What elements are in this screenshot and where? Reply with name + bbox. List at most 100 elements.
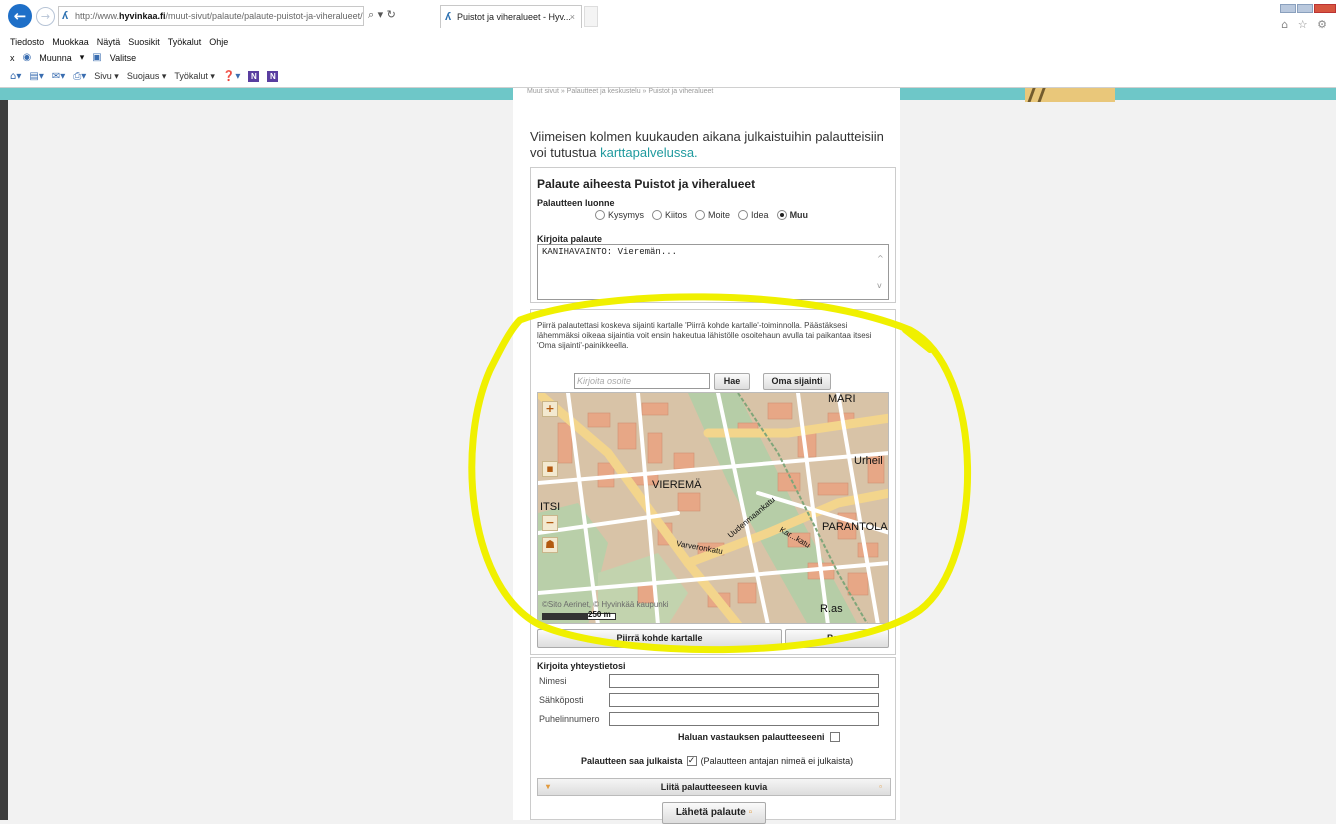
map-canvas bbox=[538, 393, 888, 623]
site-favicon-icon: ʎ bbox=[62, 10, 69, 22]
radio-kysymys[interactable]: Kysymys bbox=[595, 210, 644, 220]
person-location-icon[interactable]: ☗ bbox=[542, 537, 558, 553]
window-close-button[interactable] bbox=[1314, 4, 1336, 13]
map-scale-label: 250 m bbox=[588, 610, 611, 619]
name-label: Nimesi bbox=[539, 676, 567, 686]
search-refresh-icon[interactable]: ⌕ ▾ ↻ bbox=[368, 8, 396, 22]
send-feedback-label: Lähetä palaute bbox=[675, 807, 746, 818]
command-bar: ⌂▾ ▤▾ ✉▾ ⎙▾ Sivu ▾ Suojaus ▾ Työkalut ▾ … bbox=[10, 71, 279, 82]
cmd-suojaus[interactable]: Suojaus ▾ bbox=[127, 71, 167, 82]
phone-field[interactable] bbox=[609, 712, 879, 726]
address-search-input[interactable]: Kirjoita osoite bbox=[574, 373, 710, 389]
menu-tyokalut[interactable]: Työkalut bbox=[168, 37, 202, 47]
favbar-muunna[interactable]: Muunna bbox=[39, 53, 72, 63]
address-row: ← → ʎ http://www.hyvinkaa.fi/muut-sivut/… bbox=[0, 4, 1336, 31]
scroll-down-icon[interactable]: v bbox=[877, 281, 882, 290]
back-button[interactable]: ← bbox=[8, 4, 32, 28]
print-icon[interactable]: ⎙▾ bbox=[73, 71, 86, 82]
feeds-icon[interactable]: ▤▾ bbox=[29, 71, 43, 82]
tab-title: Puistot ja viheralueet - Hyv... bbox=[457, 12, 571, 22]
left-window-edge bbox=[0, 88, 8, 820]
search-button[interactable]: Hae bbox=[714, 373, 750, 390]
breadcrumb: Muut sivut » Palautteet ja keskustelu » … bbox=[527, 88, 714, 95]
url-path: /muut-sivut/palaute/palaute-puistot-ja-v… bbox=[165, 11, 363, 21]
address-bar[interactable]: ʎ http://www.hyvinkaa.fi/muut-sivut/pala… bbox=[58, 6, 364, 26]
map-label-ras: R.as bbox=[820, 603, 843, 615]
draw-on-map-button[interactable]: Piirrä kohde kartalle bbox=[537, 629, 782, 648]
map-label-mari: MARI bbox=[828, 393, 856, 405]
chevron-down-icon: ▾ bbox=[546, 782, 551, 791]
url-domain: hyvinkaa.fi bbox=[119, 11, 166, 21]
help-icon[interactable]: ❓▾ bbox=[223, 71, 240, 82]
menu-ohje[interactable]: Ohje bbox=[209, 37, 228, 47]
want-reply-row: Haluan vastauksen palautteeseeni bbox=[678, 732, 840, 742]
scroll-up-icon[interactable]: ^ bbox=[877, 254, 884, 263]
nature-label: Palautteen luonne bbox=[537, 198, 615, 208]
message-label: Kirjoita palaute bbox=[537, 234, 603, 244]
tab-close-icon[interactable]: × bbox=[570, 6, 575, 28]
message-value: KANIHAVAINTO: Vieremän... bbox=[542, 247, 678, 257]
feedback-title: Palaute aiheesta Puistot ja viheralueet bbox=[537, 177, 756, 191]
map-label-parantola: PARANTOLA bbox=[822, 521, 888, 533]
send-feedback-button[interactable]: Lähetä palaute ▫ bbox=[662, 802, 766, 824]
minimize-button[interactable] bbox=[1280, 4, 1296, 13]
url-prefix: http://www. bbox=[75, 11, 120, 21]
my-location-button[interactable]: Oma sijainti bbox=[763, 373, 831, 390]
convert-icon: ◉ bbox=[22, 52, 32, 63]
contact-panel: Kirjoita yhteystietosi Nimesi Sähköposti… bbox=[530, 657, 896, 824]
menu-tiedosto[interactable]: Tiedosto bbox=[10, 37, 44, 47]
menu-nayta[interactable]: Näytä bbox=[97, 37, 121, 47]
close-bar-icon[interactable]: x bbox=[10, 53, 15, 63]
contact-title: Kirjoita yhteystietosi bbox=[537, 661, 626, 671]
radio-moite[interactable]: Moite bbox=[695, 210, 730, 220]
window-controls bbox=[1279, 4, 1336, 13]
attach-images-toggle[interactable]: ▾ Liitä palautteeseen kuvia ▫ bbox=[537, 778, 891, 796]
header-image bbox=[1025, 88, 1115, 102]
map-copyright: ©Sito Aerinet, © Hyvinkää kaupunki bbox=[542, 600, 669, 609]
intro-text-body: Viimeisen kolmen kuukauden aikana julkai… bbox=[530, 129, 884, 160]
onenote-icon[interactable]: N bbox=[248, 71, 260, 82]
home-icon[interactable]: ⌂▾ bbox=[10, 71, 21, 82]
favorites-bar: x ◉ Muunna ▾ ▣ Valitse bbox=[10, 52, 136, 63]
textarea-scrollbar[interactable]: ^ v bbox=[875, 246, 887, 298]
cmd-tyokalut[interactable]: Työkalut ▾ bbox=[174, 71, 215, 82]
want-reply-checkbox[interactable] bbox=[829, 732, 840, 742]
name-field[interactable] bbox=[609, 674, 879, 688]
radio-muu[interactable]: Muu bbox=[776, 210, 808, 220]
menu-suosikit[interactable]: Suosikit bbox=[128, 37, 160, 47]
onenote-linked-icon[interactable]: N bbox=[267, 71, 279, 82]
message-textarea[interactable]: KANIHAVAINTO: Vieremän... ^ v bbox=[537, 244, 889, 300]
forward-button[interactable]: → bbox=[36, 7, 55, 26]
map-panel: Piirrä palautettasi koskeva sijainti kar… bbox=[530, 309, 896, 655]
tab-favicon-icon: ʎ bbox=[445, 11, 452, 23]
publish-row: Palautteen saa julkaista ✓ (Palautteen a… bbox=[581, 756, 853, 766]
map-service-link[interactable]: karttapalvelussa. bbox=[600, 145, 698, 160]
email-label: Sähköposti bbox=[539, 695, 584, 705]
attach-images-label: Liitä palautteeseen kuvia bbox=[660, 782, 768, 792]
new-tab-button[interactable] bbox=[584, 6, 598, 27]
maximize-button[interactable] bbox=[1297, 4, 1313, 13]
email-field[interactable] bbox=[609, 693, 879, 707]
zoom-slider-handle[interactable]: ▪ bbox=[542, 461, 558, 477]
zoom-out-button[interactable]: − bbox=[542, 515, 558, 531]
home-favorites-settings-icon[interactable]: ⌂ ☆ ⚙ bbox=[1281, 18, 1330, 31]
chevron-down-icon[interactable]: ▾ bbox=[80, 52, 85, 63]
cancel-button[interactable]: Peru bbox=[785, 629, 889, 648]
radio-kiitos[interactable]: Kiitos bbox=[652, 210, 687, 220]
select-icon: ▣ bbox=[92, 52, 102, 63]
image-icon: ▫ bbox=[879, 782, 882, 791]
mail-icon[interactable]: ✉▾ bbox=[52, 71, 65, 82]
cmd-sivu[interactable]: Sivu ▾ bbox=[94, 71, 119, 82]
send-icon: ▫ bbox=[748, 807, 753, 818]
favbar-valitse[interactable]: Valitse bbox=[110, 53, 136, 63]
intro-text: Viimeisen kolmen kuukauden aikana julkai… bbox=[530, 129, 890, 161]
menu-muokkaa[interactable]: Muokkaa bbox=[52, 37, 89, 47]
radio-idea[interactable]: Idea bbox=[738, 210, 769, 220]
want-reply-label: Haluan vastauksen palautteeseeni bbox=[678, 732, 825, 742]
publish-checkbox[interactable]: ✓ bbox=[686, 756, 697, 766]
browser-tab[interactable]: ʎ Puistot ja viheralueet - Hyv... × bbox=[440, 5, 582, 28]
map-view[interactable]: + ▪ − ☗ VIEREMÄ PARANTOLA Urheil ITSI MA… bbox=[537, 392, 889, 624]
map-label-itsi: ITSI bbox=[540, 501, 561, 513]
map-label-urheil: Urheil bbox=[854, 455, 883, 467]
zoom-in-button[interactable]: + bbox=[542, 401, 558, 417]
